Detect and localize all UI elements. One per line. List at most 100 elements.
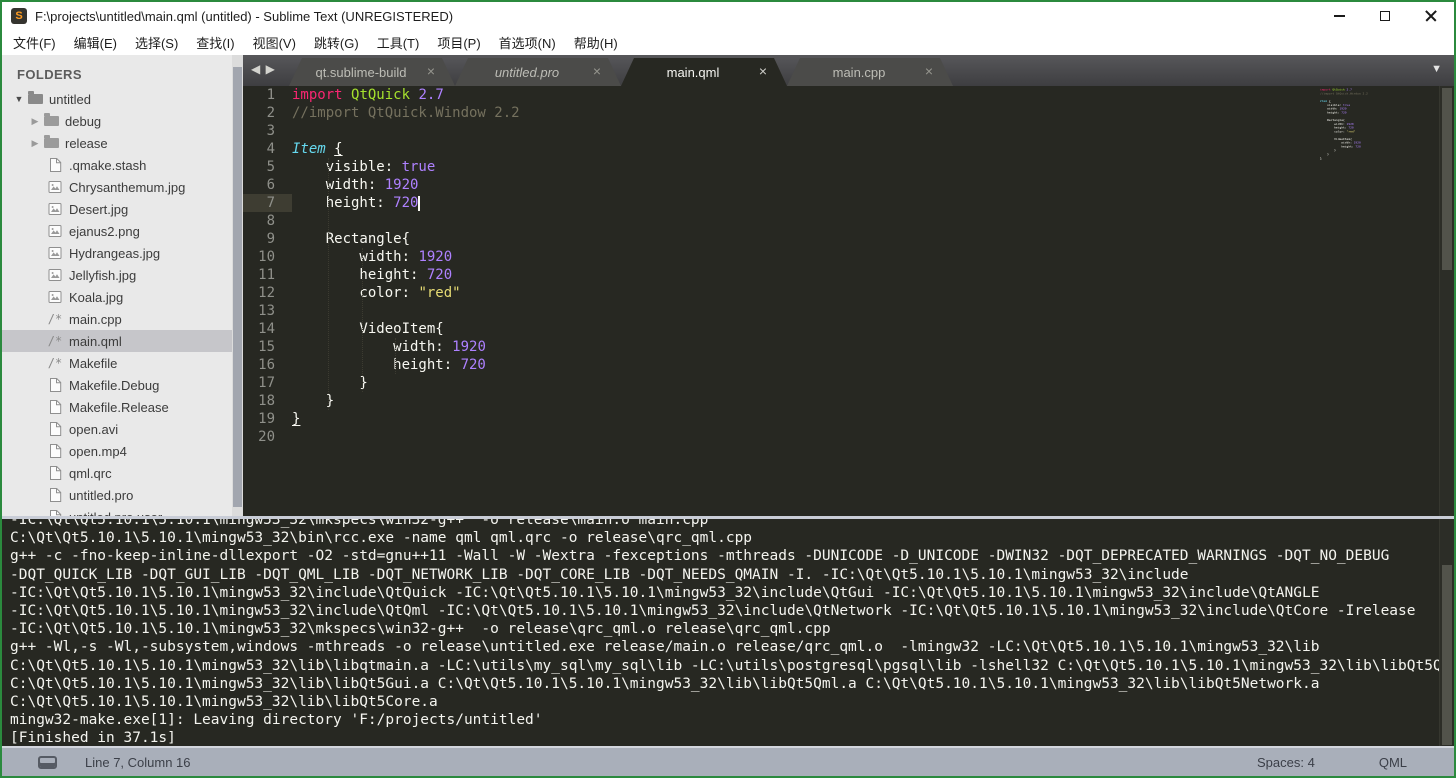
menu-item-e[interactable]: 编辑(E) xyxy=(65,33,126,52)
code-line-text: color: "red" xyxy=(292,285,461,301)
sidebar-item-untitled.pro.user[interactable]: untitled.pro.user xyxy=(2,506,243,516)
indent-guide xyxy=(395,338,396,374)
folder-icon xyxy=(42,135,60,148)
line-number[interactable]: 15 xyxy=(243,338,292,356)
line-number[interactable]: 6 xyxy=(243,176,292,194)
tab-close-icon[interactable]: × xyxy=(925,63,933,79)
code-line: 2//import QtQuick.Window 2.2 xyxy=(243,104,1454,122)
chevron-right-icon[interactable]: ▶ xyxy=(28,138,42,149)
sidebar-item-Makefile.Release[interactable]: Makefile.Release xyxy=(2,396,243,418)
sidebar-item-main.cpp[interactable]: /* main.cpp xyxy=(2,308,243,330)
folder-icon xyxy=(42,113,60,126)
chevron-down-icon[interactable]: ▼ xyxy=(12,94,26,104)
sidebar-item-open.avi[interactable]: open.avi xyxy=(2,418,243,440)
console-scrollbar[interactable] xyxy=(1439,519,1454,746)
indent-setting[interactable]: Spaces: 4 xyxy=(1257,755,1315,770)
line-number[interactable]: 4 xyxy=(243,140,292,158)
tab-qt.sublime-build[interactable]: qt.sublime-build × xyxy=(289,58,455,86)
tab-untitled.pro[interactable]: untitled.pro × xyxy=(455,58,621,86)
line-number[interactable]: 13 xyxy=(243,302,292,320)
tab-close-icon[interactable]: × xyxy=(427,63,435,79)
code-line: 7 height: 720 xyxy=(243,194,1454,212)
panel-toggle-icon[interactable] xyxy=(38,755,57,769)
sidebar-item-label: debug xyxy=(65,113,102,129)
sidebar-item-main.qml[interactable]: /* main.qml xyxy=(2,330,243,352)
line-number[interactable]: 7 xyxy=(243,194,292,212)
file-icon xyxy=(46,377,64,393)
sidebar-item-Koala.jpg[interactable]: Koala.jpg xyxy=(2,286,243,308)
console-scrollbar-thumb[interactable] xyxy=(1442,565,1452,745)
minimize-button[interactable] xyxy=(1316,2,1362,30)
build-output-panel[interactable]: -IC:\Qt\Qt5.10.1\5.10.1\mingw53_32\mkspe… xyxy=(2,516,1454,746)
sidebar-item-Hydrangeas.jpg[interactable]: Hydrangeas.jpg xyxy=(2,242,243,264)
line-number[interactable]: 2 xyxy=(243,104,292,122)
sublime-text-logo-icon: S xyxy=(11,8,27,24)
line-number[interactable]: 8 xyxy=(243,212,292,230)
console-line: g++ -Wl,-s -Wl,-subsystem,windows -mthre… xyxy=(10,639,1320,656)
sidebar-scrollbar-thumb[interactable] xyxy=(233,67,242,507)
code-line: 19} xyxy=(243,410,1454,428)
line-number[interactable]: 17 xyxy=(243,374,292,392)
menu-item-v[interactable]: 视图(V) xyxy=(244,33,305,52)
sidebar-item-.qmake.stash[interactable]: .qmake.stash xyxy=(2,154,243,176)
sidebar-item-untitled[interactable]: ▼ untitled xyxy=(2,88,243,110)
menu-item-p[interactable]: 项目(P) xyxy=(428,33,489,52)
tab-close-icon[interactable]: × xyxy=(593,63,601,79)
maximize-button[interactable] xyxy=(1362,2,1408,30)
line-number[interactable]: 14 xyxy=(243,320,292,338)
sidebar-item-release[interactable]: ▶ release xyxy=(2,132,243,154)
menu-item-f[interactable]: 文件(F) xyxy=(4,33,65,52)
line-number[interactable]: 3 xyxy=(243,122,292,140)
line-number[interactable]: 19 xyxy=(243,410,292,428)
editor-area: ◀ ▶ qt.sublime-build × untitled.pro × main.q… xyxy=(243,55,1454,516)
tab-main.qml[interactable]: main.qml × xyxy=(621,58,787,86)
editor-scrollbar[interactable] xyxy=(1439,86,1454,516)
line-number[interactable]: 20 xyxy=(243,428,292,446)
console-line: C:\Qt\Qt5.10.1\5.10.1\mingw53_32\lib\lib… xyxy=(10,693,438,710)
menu-item-t[interactable]: 工具(T) xyxy=(368,33,429,52)
sidebar-item-open.mp4[interactable]: open.mp4 xyxy=(2,440,243,462)
line-number[interactable]: 10 xyxy=(243,248,292,266)
code-editor[interactable]: 1 import QtQuick 2.7 2//import QtQuick.Win… xyxy=(243,86,1454,516)
sidebar-item-qml.qrc[interactable]: qml.qrc xyxy=(2,462,243,484)
menu-item-i[interactable]: 查找(I) xyxy=(187,33,243,52)
editor-scrollbar-thumb[interactable] xyxy=(1442,88,1452,270)
menu-item-h[interactable]: 帮助(H) xyxy=(565,33,627,52)
menu-item-g[interactable]: 跳转(G) xyxy=(305,33,368,52)
sidebar-item-Makefile[interactable]: /* Makefile xyxy=(2,352,243,374)
sidebar-scrollbar[interactable] xyxy=(232,55,243,516)
tab-overflow-button[interactable]: ▼ xyxy=(1431,63,1442,75)
sidebar-item-ejanus2.png[interactable]: ejanus2.png xyxy=(2,220,243,242)
tab-close-icon[interactable]: × xyxy=(759,63,767,79)
sidebar-item-label: Jellyfish.jpg xyxy=(69,267,137,283)
sidebar-item-label: ejanus2.png xyxy=(69,223,140,239)
menu-item-n[interactable]: 首选项(N) xyxy=(490,33,565,52)
line-number[interactable]: 12 xyxy=(243,284,292,302)
code-line: 15 width: 1920 xyxy=(243,338,1454,356)
line-number[interactable]: 5 xyxy=(243,158,292,176)
line-number[interactable]: 18 xyxy=(243,392,292,410)
syntax-mode[interactable]: QML xyxy=(1379,755,1407,770)
tab-main.cpp[interactable]: main.cpp × xyxy=(787,58,953,86)
code-line-text: import QtQuick 2.7 xyxy=(292,87,444,103)
line-number[interactable]: 11 xyxy=(243,266,292,284)
sidebar-item-Jellyfish.jpg[interactable]: Jellyfish.jpg xyxy=(2,264,243,286)
sidebar-item-debug[interactable]: ▶ debug xyxy=(2,110,243,132)
sidebar-item-Chrysanthemum.jpg[interactable]: Chrysanthemum.jpg xyxy=(2,176,243,198)
menu-item-s[interactable]: 选择(S) xyxy=(126,33,187,52)
line-number[interactable]: 1 xyxy=(243,86,292,104)
status-bar-right: Spaces: 4 QML xyxy=(1257,755,1454,770)
sidebar-item-Desert.jpg[interactable]: Desert.jpg xyxy=(2,198,243,220)
line-number[interactable]: 16 xyxy=(243,356,292,374)
sidebar-item-Makefile.Debug[interactable]: Makefile.Debug xyxy=(2,374,243,396)
chevron-right-icon[interactable]: ▶ xyxy=(28,116,42,127)
file-icon xyxy=(46,465,64,481)
tab-scroll-arrows-icon[interactable]: ◀ ▶ xyxy=(251,62,276,76)
close-button[interactable] xyxy=(1408,2,1454,30)
code-line-text: width: 1920 xyxy=(292,339,486,355)
sidebar-item-label: untitled xyxy=(49,91,91,107)
line-number[interactable]: 9 xyxy=(243,230,292,248)
sidebar-item-untitled.pro[interactable]: untitled.pro xyxy=(2,484,243,506)
code-line: 11 height: 720 xyxy=(243,266,1454,284)
console-line: -IC:\Qt\Qt5.10.1\5.10.1\mingw53_32\inclu… xyxy=(10,602,1416,619)
